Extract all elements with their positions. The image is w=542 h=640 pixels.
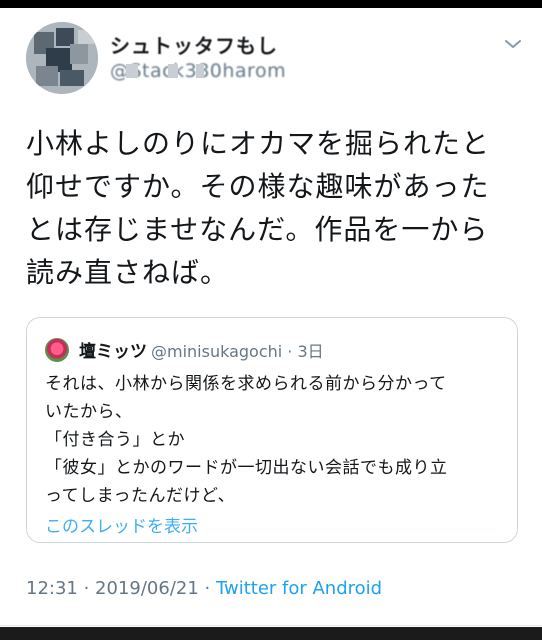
quoted-author-meta: @minisukagochi · 3日	[151, 338, 324, 362]
redaction-mark	[126, 64, 138, 78]
status-bar	[0, 0, 542, 8]
meta-separator: ·	[282, 342, 298, 361]
tweet-source-link[interactable]: Twitter for Android	[216, 578, 382, 599]
meta-separator: ·	[77, 578, 96, 599]
meta-separator: ·	[198, 578, 216, 599]
tweet-line: 読み直さねば。	[26, 256, 230, 289]
divider	[0, 625, 542, 626]
avatar[interactable]	[26, 22, 98, 94]
quoted-line: 「付き合う」とか	[45, 430, 185, 450]
author-display-name[interactable]: シュトッタフもし	[110, 30, 278, 59]
quoted-avatar	[45, 338, 69, 362]
quoted-tweet-card[interactable]: 壇ミッツ @minisukagochi · 3日 それは、小林から関係を求められ…	[26, 317, 518, 543]
tweet-text: 小林よしのりにオカマを掘られたと 仰せですか。その様な趣味があった とは存じませ…	[26, 122, 526, 294]
tweet-line: 仰せですか。その様な趣味があった	[26, 170, 490, 203]
redaction-mark	[168, 64, 178, 78]
redaction-mark	[196, 64, 204, 78]
quoted-line: 「彼女」とかのワードが一切出ない会話でも成り立	[45, 458, 448, 478]
quoted-line: それは、小林から関係を求められる前から分かって	[45, 374, 447, 394]
quoted-line: いたから、	[45, 402, 133, 422]
quoted-text: それは、小林から関係を求められる前から分かって いたから、 「付き合う」とか 「…	[45, 370, 507, 510]
tweet-line: 小林よしのりにオカマを掘られたと	[26, 127, 491, 160]
quoted-time: 3日	[297, 342, 324, 361]
bottom-bar	[0, 627, 542, 640]
quoted-author-handle: @minisukagochi	[151, 342, 283, 361]
tweet-meta: 12:31 · 2019/06/21 · Twitter for Android	[26, 578, 382, 599]
tweet-line: とは存じませなんだ。作品を一から	[26, 213, 489, 246]
tweet-time: 12:31	[26, 578, 78, 599]
chevron-down-icon[interactable]	[503, 37, 523, 51]
tweet-date: 2019/06/21	[95, 578, 199, 599]
show-thread-link[interactable]: このスレッドを表示	[45, 512, 198, 537]
quoted-author-name: 壇ミッツ	[79, 342, 147, 362]
quoted-line: ってしまったんだけど、	[45, 486, 236, 506]
